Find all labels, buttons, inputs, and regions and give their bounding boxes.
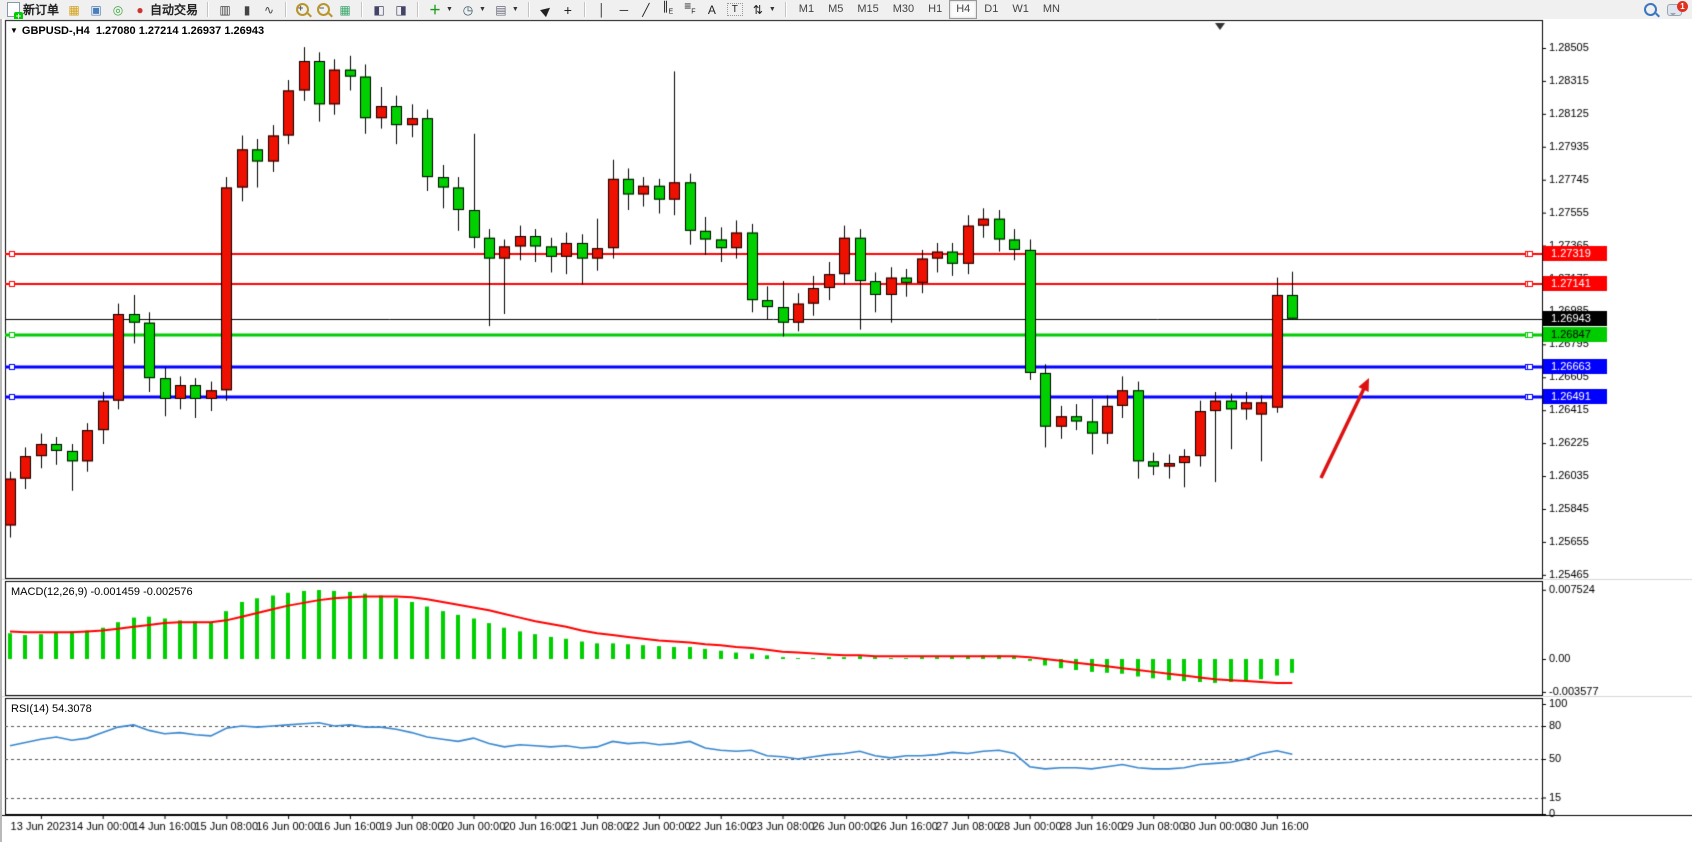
new-order-icon	[7, 2, 20, 17]
line-chart-icon: ∿	[262, 3, 276, 17]
arrows-icon: ⇅	[751, 3, 765, 17]
chart-window: ▼ GBPUSD-,H4 1.27080 1.27214 1.26937 1.26…	[0, 19, 1692, 842]
zoom-in-button[interactable]: +	[292, 1, 313, 19]
new-chart-icon: ＋	[428, 3, 442, 17]
price-chart-canvas[interactable]	[2, 19, 1692, 842]
toolbar-separator	[361, 2, 363, 17]
main-toolbar: 新订单▦▣◎●自动交易▥▮∿+−▦◧◨＋▼◷▼▤▼▶+│─╱∥E≡FAT⇅▼M1…	[0, 0, 1692, 20]
candlestick-chart-button[interactable]: ▮	[236, 1, 258, 19]
text-icon: A	[705, 3, 719, 17]
crosshair-icon: +	[561, 3, 575, 17]
timeframe-d1-button[interactable]: D1	[977, 0, 1005, 19]
period-button[interactable]: ◷▼	[457, 1, 490, 19]
chart-menu-icon[interactable]: ▼	[10, 26, 18, 35]
search-icon[interactable]	[1644, 3, 1657, 16]
notification-badge: 1	[1677, 1, 1688, 12]
channel-icon: ∥E	[661, 0, 675, 20]
toolbar-separator	[417, 2, 419, 17]
arrows-button[interactable]: ⇅▼	[747, 1, 780, 19]
dropdown-caret-icon: ▼	[769, 6, 776, 13]
auto-scroll-button[interactable]: ◨	[390, 1, 412, 19]
indicators-icon: ▤	[494, 3, 508, 17]
trendline-button[interactable]: ╱	[635, 1, 657, 19]
toolbar-separator	[285, 2, 287, 17]
cursor-icon: ▶	[536, 0, 556, 19]
notifications-icon[interactable]: 1	[1667, 4, 1682, 16]
arrange-charts-icon: ◧	[372, 3, 386, 17]
horizontal-line-button[interactable]: ─	[613, 1, 635, 19]
timeframe-h1-button[interactable]: H1	[921, 0, 949, 19]
auto-trading-button[interactable]: ●自动交易	[129, 1, 202, 19]
timeframe-h4-button[interactable]: H4	[949, 0, 977, 19]
timeframe-w1-button[interactable]: W1	[1005, 0, 1036, 19]
text-button[interactable]: A	[701, 1, 723, 19]
macd-indicator-label: MACD(12,26,9) -0.001459 -0.002576	[11, 586, 193, 598]
rsi-indicator-label: RSI(14) 54.3078	[11, 703, 92, 715]
tile-windows-button[interactable]: ▦	[334, 1, 356, 19]
tile-windows-icon: ▦	[338, 3, 352, 17]
fibonacci-icon: ≡F	[683, 0, 697, 20]
candlestick-icon: ▮	[240, 3, 254, 17]
line-chart-button[interactable]: ∿	[258, 1, 280, 19]
mt4-application-window: { "toolbar": { "groups": [ {"items":[ {"…	[0, 0, 1692, 842]
indicators-button[interactable]: ▤▼	[490, 1, 523, 19]
signal-icon: ◎	[111, 3, 125, 17]
symbol-ohlc-text: GBPUSD-,H4 1.27080 1.27214 1.26937 1.269…	[22, 25, 264, 37]
new-order-button[interactable]: 新订单	[3, 1, 63, 19]
timeframe-m1-button[interactable]: M1	[792, 0, 821, 19]
timeframe-m5-button[interactable]: M5	[821, 0, 850, 19]
bar-chart-button[interactable]: ▥	[214, 1, 236, 19]
horizontal-line-icon: ─	[617, 3, 631, 17]
charts-profile-button[interactable]: ▦	[63, 1, 85, 19]
dropdown-caret-icon: ▼	[446, 6, 453, 13]
dropdown-caret-icon: ▼	[512, 6, 519, 13]
toolbar-separator	[528, 2, 530, 17]
timeframe-m15-button[interactable]: M15	[850, 0, 885, 19]
trendline-icon: ╱	[639, 3, 653, 17]
arrange-charts-button[interactable]: ◧	[368, 1, 390, 19]
signals-button[interactable]: ◎	[107, 1, 129, 19]
chart-window-button[interactable]: ▣	[85, 1, 107, 19]
zoom-out-button[interactable]: −	[313, 1, 334, 19]
auto-trading-button-label: 自动交易	[150, 1, 198, 18]
chart-window-icon: ▣	[89, 3, 103, 17]
clock-icon: ◷	[461, 3, 475, 17]
text-label-button[interactable]: T	[723, 1, 747, 19]
charts-profile-icon: ▦	[67, 3, 81, 17]
new-chart-button[interactable]: ＋▼	[424, 1, 457, 19]
vertical-line-button[interactable]: │	[591, 1, 613, 19]
timeframe-mn-button[interactable]: MN	[1036, 0, 1067, 19]
fibonacci-button[interactable]: ≡F	[679, 1, 701, 19]
bar-chart-icon: ▥	[218, 3, 232, 17]
timeframe-group: M1M5M15M30H1H4D1W1MN	[789, 0, 1070, 19]
toolbar-separator	[785, 2, 787, 17]
toolbar-separator	[207, 2, 209, 17]
auto-trading-icon: ●	[133, 3, 147, 17]
toolbar-separator	[584, 2, 586, 17]
auto-scroll-icon: ◨	[394, 3, 408, 17]
cursor-button[interactable]: ▶	[535, 1, 557, 19]
zoom-in-icon: +	[296, 3, 309, 16]
new-order-button-label: 新订单	[23, 1, 59, 18]
vertical-line-icon: │	[595, 3, 609, 17]
timeframe-m30-button[interactable]: M30	[886, 0, 921, 19]
symbol-ohlc-label[interactable]: ▼ GBPUSD-,H4 1.27080 1.27214 1.26937 1.26…	[10, 25, 264, 37]
equidistant-channel-button[interactable]: ∥E	[657, 1, 679, 19]
dropdown-caret-icon: ▼	[479, 6, 486, 13]
text-label-icon: T	[727, 3, 743, 16]
crosshair-button[interactable]: +	[557, 1, 579, 19]
zoom-out-icon: −	[317, 3, 330, 16]
